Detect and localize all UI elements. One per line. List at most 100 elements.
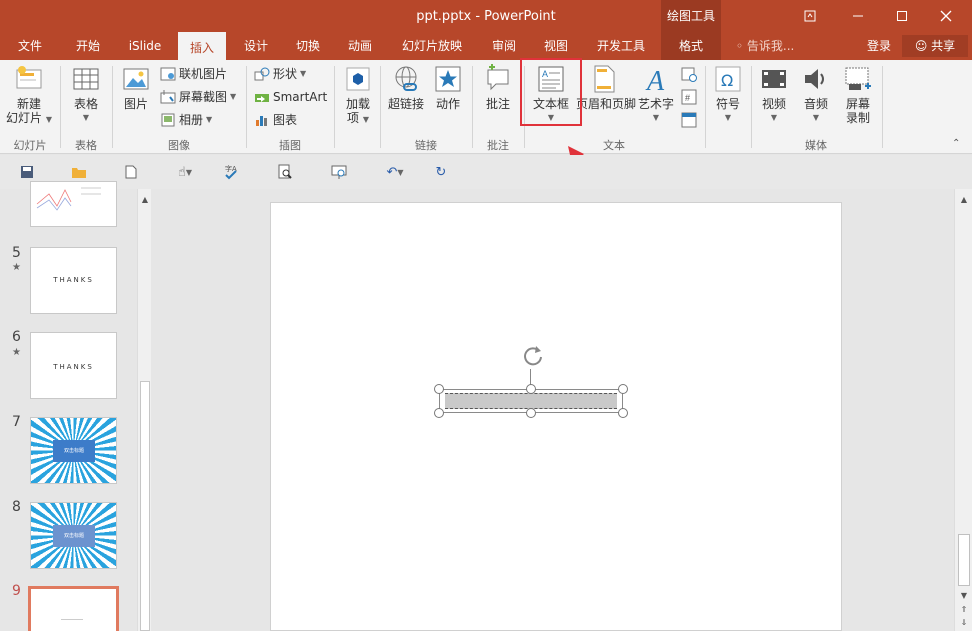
slide-number-8: 8	[12, 499, 21, 515]
tell-me-text: 告诉我...	[746, 39, 795, 53]
undo-icon[interactable]: ↶ ▼	[380, 163, 410, 181]
slide-number-6: 6	[12, 329, 21, 345]
date-time-button[interactable]	[681, 64, 697, 84]
audio-button[interactable]: 音频 ▼	[798, 64, 834, 125]
audio-label: 音频	[803, 97, 828, 111]
group-divider	[380, 66, 381, 148]
shapes-button[interactable]: 形状 ▼	[254, 64, 306, 84]
slides-scrollbar[interactable]: ▲	[137, 189, 151, 631]
action-button[interactable]: 动作	[430, 64, 466, 111]
table-icon	[73, 68, 99, 90]
chart-label: 图表	[273, 113, 298, 127]
header-footer-button[interactable]: 页眉和页脚	[576, 64, 636, 111]
picture-button[interactable]: 图片	[118, 64, 154, 111]
close-icon[interactable]	[924, 0, 968, 32]
resize-handle-bottom-right[interactable]	[618, 408, 628, 418]
slide-thumbnail-partial[interactable]	[30, 181, 117, 227]
collapse-ribbon-icon[interactable]: ⌃	[952, 138, 960, 149]
slide-editor	[152, 189, 954, 631]
touch-mode-icon[interactable]: ☝ ▼	[170, 163, 200, 181]
resize-handle-top-right[interactable]	[618, 384, 628, 394]
new-slide-button[interactable]: 新建 幻灯片 ▼	[4, 64, 54, 127]
slide-thumbnail-5[interactable]: THANKS	[30, 247, 117, 314]
wordart-dropdown-icon: ▼	[652, 113, 660, 122]
hyperlink-label: 超链接	[387, 97, 424, 111]
tab-file[interactable]: 文件	[8, 32, 52, 60]
new-slide-label-1: 新建	[16, 97, 41, 111]
audio-dropdown-icon: ▼	[812, 113, 820, 122]
online-pictures-label: 联机图片	[179, 67, 228, 81]
screenshot-button[interactable]: 屏幕截图 ▼	[160, 87, 236, 107]
addins-button[interactable]: 加载 项 ▼	[340, 64, 376, 127]
tell-me-box[interactable]: ◦ 告诉我...	[736, 32, 794, 60]
online-pictures-button[interactable]: 联机图片	[160, 64, 227, 84]
from-beginning-icon[interactable]	[330, 163, 348, 181]
login-link[interactable]: 登录	[867, 32, 891, 60]
tab-slideshow[interactable]: 幻灯片放映	[394, 32, 470, 60]
new-document-icon[interactable]	[122, 163, 140, 181]
slide-5-star-icon: ★	[12, 262, 21, 273]
editor-scrollbar-thumb[interactable]	[958, 534, 970, 586]
slide-number-7: 7	[12, 414, 21, 430]
hyperlink-button[interactable]: 超链接	[386, 64, 426, 111]
slide-thumbnail-6[interactable]: THANKS	[30, 332, 117, 399]
tab-view[interactable]: 视图	[534, 32, 578, 60]
minimize-icon[interactable]	[836, 0, 880, 32]
open-folder-icon[interactable]	[70, 163, 88, 181]
album-button[interactable]: 相册 ▼	[160, 110, 212, 130]
chart-icon	[256, 116, 267, 126]
tab-home[interactable]: 开始	[66, 32, 110, 60]
resize-handle-bottom[interactable]	[526, 408, 536, 418]
tab-animations[interactable]: 动画	[338, 32, 382, 60]
wordart-button[interactable]: A 艺术字 ▼	[636, 64, 676, 125]
slide-number-icon: #	[681, 89, 697, 105]
rotate-handle-icon[interactable]	[520, 343, 546, 369]
previous-slide-icon[interactable]: ⇑	[957, 603, 971, 617]
share-button[interactable]: ☺ 共享	[902, 35, 968, 57]
symbol-label: 符号	[715, 97, 740, 111]
slide-canvas[interactable]	[270, 202, 842, 631]
ribbon-display-icon[interactable]	[788, 0, 832, 32]
ribbon: 新建 幻灯片 ▼ 幻灯片 表格 ▼ 表格 图片 联机图片 屏幕截图 ▼ 相册 ▼…	[0, 60, 972, 154]
redo-icon[interactable]: ↻	[432, 163, 450, 181]
slides-scrollbar-thumb[interactable]	[140, 381, 150, 631]
screen-recording-button[interactable]: 屏幕 录制	[840, 64, 876, 125]
symbol-dropdown-icon: ▼	[724, 113, 732, 122]
tab-developer[interactable]: 开发工具	[588, 32, 654, 60]
editor-scroll-down-icon[interactable]: ▼	[957, 589, 971, 603]
textbox-content[interactable]	[445, 393, 617, 409]
editor-scroll-up-icon[interactable]: ▲	[957, 193, 971, 207]
object-button[interactable]	[681, 110, 697, 130]
video-button[interactable]: 视频 ▼	[756, 64, 792, 125]
tab-review[interactable]: 审阅	[482, 32, 526, 60]
tab-transitions[interactable]: 切换	[286, 32, 330, 60]
next-slide-icon[interactable]: ⇓	[957, 616, 971, 630]
slide-thumbnail-7[interactable]: 双击标题	[30, 417, 117, 484]
resize-handle-top[interactable]	[526, 384, 536, 394]
save-icon[interactable]	[18, 163, 36, 181]
maximize-icon[interactable]	[880, 0, 924, 32]
scroll-up-icon[interactable]: ▲	[138, 193, 152, 207]
video-label: 视频	[761, 97, 786, 111]
tab-insert[interactable]: 插入	[178, 32, 226, 60]
chart-button[interactable]: 图表	[254, 110, 297, 130]
resize-handle-bottom-left[interactable]	[434, 408, 444, 418]
editor-scrollbar[interactable]: ▲ ▼ ⇑ ⇓	[954, 189, 972, 631]
slide-thumbnail-8[interactable]: 双击标题	[30, 502, 117, 569]
smartart-button[interactable]: SmartArt	[254, 87, 327, 107]
group-label-slides: 幻灯片	[13, 139, 47, 152]
tab-islide[interactable]: iSlide	[122, 32, 168, 60]
spelling-check-icon[interactable]: 字A	[222, 163, 240, 181]
print-preview-icon[interactable]	[276, 163, 294, 181]
symbol-button[interactable]: Ω 符号 ▼	[709, 64, 747, 125]
slide-thumbnail-9-selected[interactable]	[28, 586, 119, 631]
picture-label: 图片	[123, 97, 148, 111]
tab-format[interactable]: 格式	[661, 32, 721, 60]
comment-button[interactable]: 批注	[480, 64, 516, 111]
table-button[interactable]: 表格 ▼	[66, 64, 106, 125]
resize-handle-top-left[interactable]	[434, 384, 444, 394]
slide-number-button[interactable]: #	[681, 87, 697, 107]
screen-recording-label-1: 屏幕	[845, 97, 870, 111]
date-time-icon	[681, 67, 697, 82]
tab-design[interactable]: 设计	[234, 32, 278, 60]
